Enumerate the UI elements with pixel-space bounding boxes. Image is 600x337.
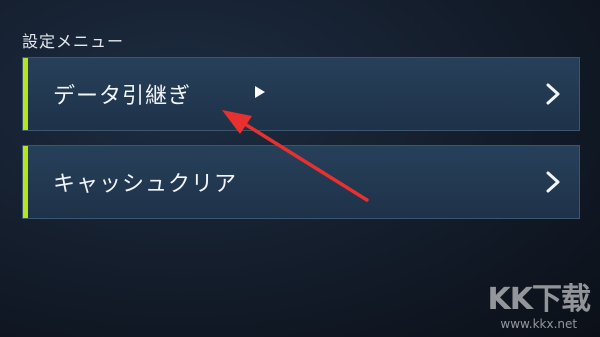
menu-item-cache-clear[interactable]: キャッシュクリア	[22, 145, 580, 219]
watermark-url: www.kkx.net	[500, 317, 578, 331]
accent-bar	[23, 146, 28, 218]
chevron-right-icon	[546, 83, 560, 105]
settings-menu-title: 設定メニュー	[22, 32, 125, 51]
menu-item-data-transfer[interactable]: データ引継ぎ	[22, 57, 580, 131]
menu-item-label: キャッシュクリア	[53, 172, 238, 197]
chevron-right-icon	[546, 171, 560, 193]
watermark: KK下载 www.kkx.net	[487, 282, 591, 332]
menu-item-label: データ引継ぎ	[53, 84, 192, 109]
accent-bar	[23, 58, 28, 130]
mouse-pointer-icon	[255, 86, 265, 98]
watermark-logo: KK下载	[487, 282, 591, 317]
